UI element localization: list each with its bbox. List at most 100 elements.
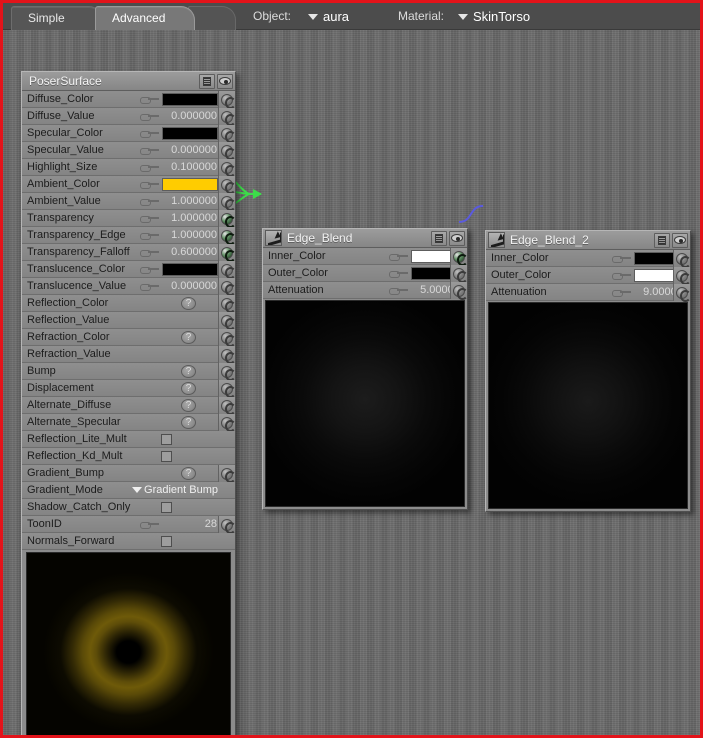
- parameter-control[interactable]: 0.100000: [140, 161, 218, 173]
- numeric-value[interactable]: 0.000000: [162, 144, 218, 156]
- parameter-row[interactable]: Highlight_Size 0.100000: [22, 159, 236, 177]
- link-plug-icon[interactable]: [140, 129, 159, 138]
- output-socket[interactable]: [218, 329, 236, 347]
- output-socket[interactable]: [218, 414, 236, 432]
- parameter-control[interactable]: 1.000000: [140, 229, 218, 241]
- link-plug-icon[interactable]: [140, 112, 159, 121]
- output-socket[interactable]: [218, 142, 236, 160]
- poser-surface-node[interactable]: PoserSurface Diffuse_Color Diffuse_Value 0…: [21, 71, 236, 735]
- output-socket[interactable]: [218, 516, 236, 534]
- checkbox[interactable]: [161, 433, 172, 445]
- parameter-row[interactable]: Transparency_Edge 1.000000: [22, 227, 236, 245]
- output-socket[interactable]: [673, 267, 691, 285]
- parameter-control[interactable]: 28: [140, 518, 218, 530]
- tab-advanced[interactable]: Advanced: [95, 6, 195, 30]
- parameter-control[interactable]: [161, 535, 172, 547]
- parameter-row[interactable]: Reflection_Value: [22, 312, 236, 330]
- parameter-row[interactable]: Attenuation 5.000000: [263, 282, 468, 300]
- link-plug-icon[interactable]: [612, 271, 631, 280]
- link-plug-icon[interactable]: [612, 288, 631, 297]
- output-socket[interactable]: [673, 284, 691, 302]
- output-socket[interactable]: [218, 125, 236, 143]
- output-socket[interactable]: [218, 278, 236, 296]
- parameter-row[interactable]: Translucence_Value 0.000000: [22, 278, 236, 296]
- parameter-row[interactable]: Transparency_Falloff 0.600000: [22, 244, 236, 262]
- eye-icon[interactable]: [217, 73, 233, 89]
- link-plug-icon[interactable]: [140, 520, 159, 529]
- node-edge-blend-2[interactable]: Edge_Blend_2 Inner_Color Outer_Color Atten…: [485, 230, 691, 512]
- parameter-row[interactable]: Refraction_Color?: [22, 329, 236, 347]
- checkbox[interactable]: [161, 450, 172, 462]
- parameter-control[interactable]: 0.000000: [140, 144, 218, 156]
- link-plug-icon[interactable]: [140, 231, 159, 240]
- parameter-row[interactable]: Gradient_Bump?: [22, 465, 236, 483]
- parameter-row[interactable]: Specular_Value 0.000000: [22, 142, 236, 160]
- tab-simple[interactable]: Simple: [11, 6, 103, 30]
- question-icon[interactable]: ?: [181, 415, 196, 429]
- output-socket[interactable]: [673, 250, 691, 268]
- link-plug-icon[interactable]: [140, 282, 159, 291]
- numeric-value[interactable]: 0.000000: [162, 110, 218, 122]
- numeric-value[interactable]: 0.100000: [162, 161, 218, 173]
- parameter-row[interactable]: Ambient_Value 1.000000: [22, 193, 236, 211]
- parameter-row[interactable]: Outer_Color: [263, 265, 468, 283]
- question-icon[interactable]: ?: [181, 398, 196, 412]
- link-plug-icon[interactable]: [389, 252, 408, 261]
- output-socket[interactable]: [218, 227, 236, 245]
- output-socket[interactable]: [218, 176, 236, 194]
- output-socket[interactable]: [218, 193, 236, 211]
- parameter-row[interactable]: Inner_Color: [263, 248, 468, 266]
- question-icon[interactable]: ?: [181, 381, 196, 395]
- output-socket[interactable]: [218, 312, 236, 330]
- parameter-row[interactable]: Diffuse_Value 0.000000: [22, 108, 236, 126]
- link-plug-icon[interactable]: [140, 180, 159, 189]
- parameter-row[interactable]: Reflection_Color?: [22, 295, 236, 313]
- output-socket[interactable]: [218, 380, 236, 398]
- question-icon[interactable]: ?: [181, 364, 196, 378]
- numeric-value[interactable]: 28: [162, 518, 218, 530]
- parameter-control[interactable]: [140, 262, 218, 276]
- numeric-value[interactable]: 0.000000: [162, 280, 218, 292]
- question-icon[interactable]: ?: [181, 296, 196, 310]
- parameter-row[interactable]: Gradient_Mode Gradient Bump: [22, 482, 235, 499]
- output-socket[interactable]: [450, 265, 468, 283]
- parameter-control[interactable]: ?: [181, 296, 196, 310]
- poser-surface-title-bar[interactable]: PoserSurface: [22, 72, 235, 91]
- parameter-control[interactable]: ?: [181, 364, 196, 378]
- parameter-control[interactable]: 0.000000: [140, 110, 218, 122]
- parameter-control[interactable]: [161, 501, 172, 513]
- parameter-row[interactable]: Transparency 1.000000: [22, 210, 236, 228]
- checkbox[interactable]: [161, 501, 172, 513]
- output-socket[interactable]: [218, 210, 236, 228]
- lines-icon[interactable]: [654, 232, 670, 248]
- parameter-control[interactable]: ?: [181, 466, 196, 480]
- parameter-row[interactable]: Bump?: [22, 363, 236, 381]
- parameter-control[interactable]: 0.000000: [140, 280, 218, 292]
- parameter-row[interactable]: Normals_Forward: [22, 533, 235, 550]
- output-socket[interactable]: [450, 282, 468, 300]
- color-swatch[interactable]: [162, 92, 218, 106]
- output-socket[interactable]: [218, 261, 236, 279]
- numeric-value[interactable]: 0.600000: [162, 246, 218, 258]
- link-plug-icon[interactable]: [389, 286, 408, 295]
- link-plug-icon[interactable]: [140, 146, 159, 155]
- numeric-value[interactable]: 1.000000: [162, 212, 218, 224]
- parameter-control[interactable]: ?: [181, 381, 196, 395]
- color-swatch[interactable]: [162, 262, 218, 276]
- parameter-row[interactable]: Inner_Color: [486, 250, 691, 268]
- output-socket[interactable]: [218, 363, 236, 381]
- output-socket[interactable]: [218, 108, 236, 126]
- parameter-control[interactable]: ?: [181, 398, 196, 412]
- eye-icon[interactable]: [449, 230, 465, 246]
- color-swatch[interactable]: [162, 126, 218, 140]
- link-plug-icon[interactable]: [140, 163, 159, 172]
- material-dropdown-icon[interactable]: [458, 14, 468, 20]
- checkbox[interactable]: [161, 535, 172, 547]
- output-socket[interactable]: [218, 397, 236, 415]
- object-dropdown-icon[interactable]: [308, 14, 318, 20]
- output-socket[interactable]: [218, 91, 236, 109]
- parameter-row[interactable]: ToonID 28: [22, 516, 236, 534]
- output-socket[interactable]: [218, 346, 236, 364]
- parameter-control[interactable]: ?: [181, 330, 196, 344]
- output-socket[interactable]: [218, 244, 236, 262]
